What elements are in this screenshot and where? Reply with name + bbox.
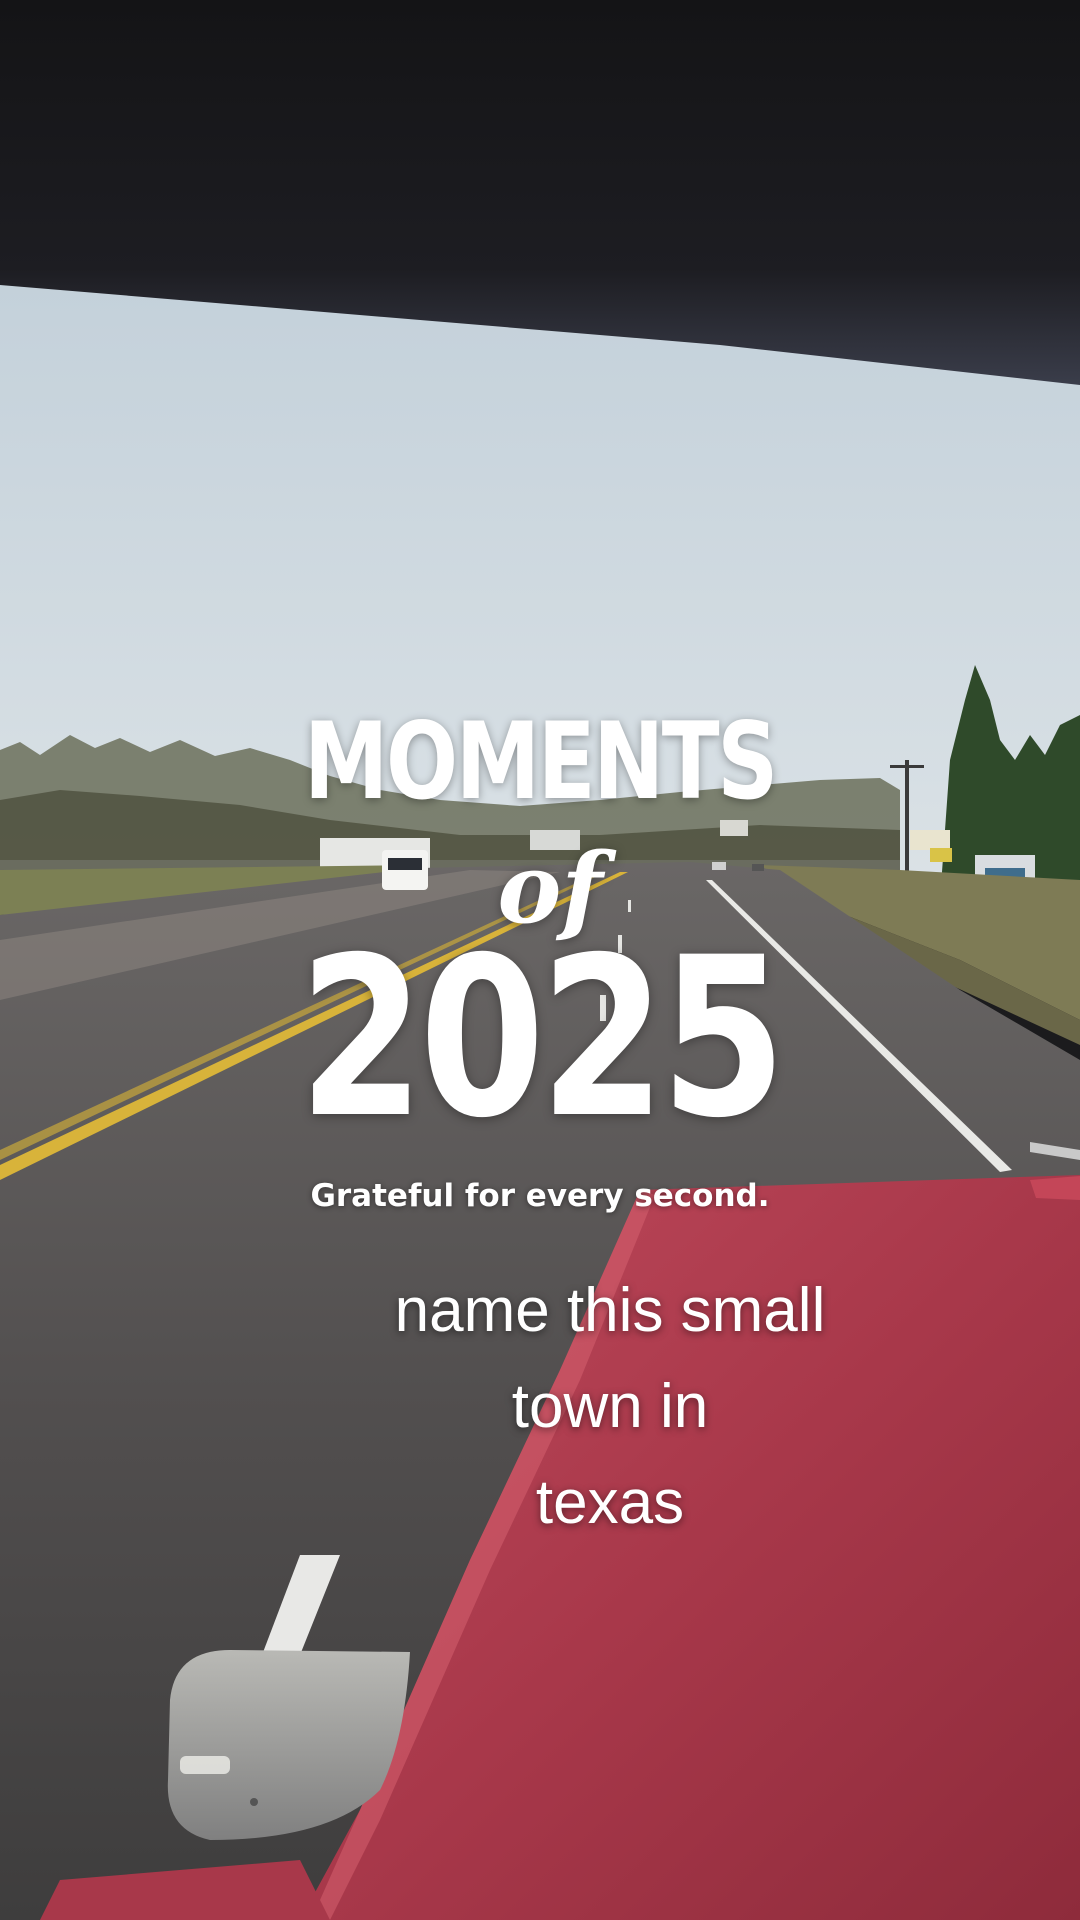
road-scene-photo	[0, 0, 1080, 1920]
video-frame: MOMENTS of 2025 Grateful for every secon…	[0, 0, 1080, 1920]
